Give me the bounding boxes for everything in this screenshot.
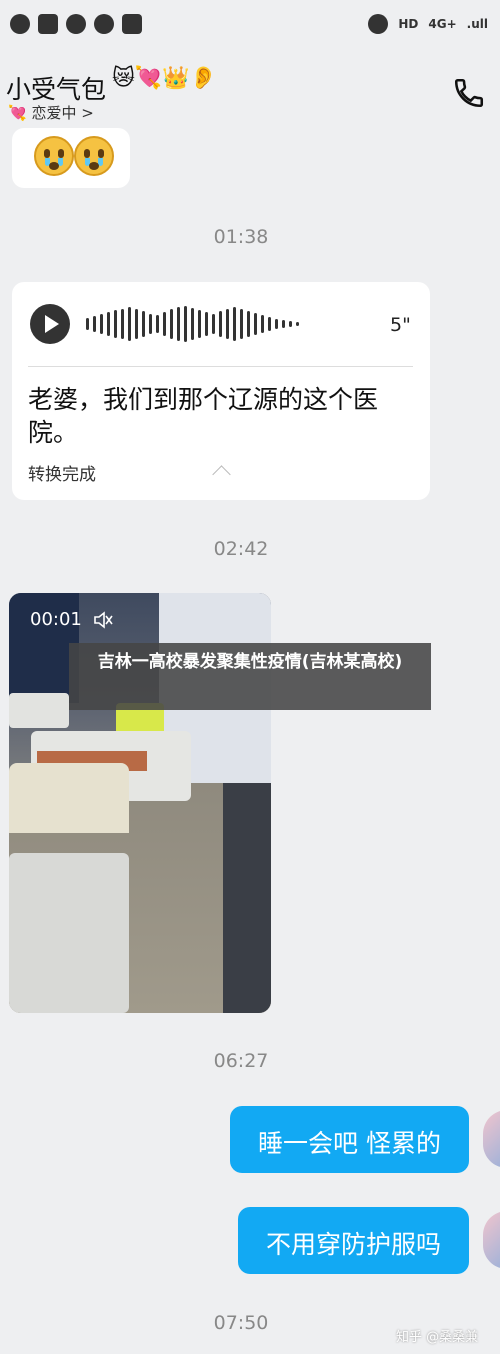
mute-icon[interactable]: [93, 611, 113, 629]
wifi-label: .ull: [466, 17, 488, 31]
overlay-title: 吉林一高校暴发聚集性疫情(吉林某高校): [97, 652, 403, 672]
avatar[interactable]: [483, 1211, 500, 1269]
voice-message-bubble[interactable]: 5" 老婆，我们到那个辽源的这个医院。 转换完成: [12, 282, 430, 500]
wechat-icon: [10, 14, 30, 34]
play-icon: [66, 14, 86, 34]
video-time: 00:01: [30, 609, 82, 630]
outgoing-message-bubble[interactable]: 睡一会吧 怪累的: [230, 1106, 469, 1173]
contact-emoji: 😿💘👑👂: [112, 66, 218, 91]
chevron-up-icon[interactable]: [212, 465, 231, 484]
contact-name[interactable]: 小受气包: [6, 70, 106, 106]
voice-waveform: [86, 305, 299, 343]
voice-transcript: 老婆，我们到那个辽源的这个医院。: [28, 385, 379, 447]
status-bar: HD 4G+ .ull: [0, 0, 500, 52]
divider: [28, 366, 413, 367]
hd-label: HD: [398, 17, 419, 31]
play-button[interactable]: [30, 304, 70, 344]
avatar[interactable]: [483, 1110, 500, 1168]
message-text: 睡一会吧 怪累的: [258, 1129, 441, 1158]
relation-icon: 💘: [8, 104, 27, 122]
timestamp: 02:42: [213, 538, 269, 560]
compass-icon: [94, 14, 114, 34]
app-icon: [122, 14, 142, 34]
alarm-icon: [368, 14, 389, 34]
voice-duration: 5": [390, 314, 411, 336]
message-text: 不用穿防护服吗: [265, 1230, 441, 1259]
overlay-banner: 吉林一高校暴发聚集性疫情(吉林某高校): [69, 643, 431, 710]
chevron-right-icon: >: [81, 104, 94, 122]
watermark: 知乎 @桑桑兼: [396, 1330, 479, 1345]
timestamp: 01:38: [213, 226, 269, 248]
crying-face-emoji: [74, 136, 114, 176]
network-label: 4G+: [428, 17, 457, 31]
phone-icon[interactable]: [452, 76, 486, 110]
iqiyi-icon: [38, 14, 58, 34]
chat-header: 小受气包 😿💘👑👂 💘 恋爱中 >: [0, 52, 500, 132]
outgoing-message-bubble[interactable]: 不用穿防护服吗: [238, 1207, 469, 1274]
relation-status[interactable]: 💘 恋爱中 >: [8, 102, 94, 123]
emoji-message-bubble[interactable]: [12, 128, 130, 188]
relation-label: 恋爱中: [31, 104, 77, 122]
crying-face-emoji: [34, 136, 74, 176]
timestamp: 06:27: [213, 1050, 269, 1072]
transcript-status: 转换完成: [28, 465, 96, 485]
